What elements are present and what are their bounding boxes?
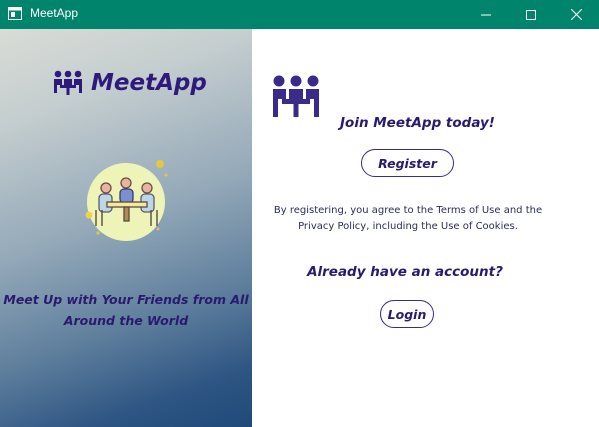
- minimize-icon: [481, 14, 491, 15]
- maximize-button[interactable]: [508, 0, 554, 29]
- brand-name: MeetApp: [91, 70, 207, 96]
- brand: MeetApp: [53, 69, 207, 97]
- tagline: Meet Up with Your Friends from All Aroun…: [3, 292, 249, 328]
- register-button[interactable]: Register: [361, 149, 454, 177]
- meeting-table-illustration: [85, 160, 168, 241]
- login-button[interactable]: Login: [380, 300, 434, 328]
- close-icon: [570, 9, 582, 20]
- people-meeting-icon: [273, 75, 319, 117]
- left-panel: MeetApp Meet Up with Your Friends from A…: [0, 29, 252, 427]
- terms-text: By registering, you agree to the Terms o…: [273, 205, 543, 232]
- people-meeting-icon: [54, 70, 82, 95]
- title-bar: MeetApp: [0, 0, 599, 29]
- window-title: MeetApp: [30, 6, 79, 20]
- window-icon: [8, 7, 22, 20]
- join-heading: Join MeetApp today!: [340, 115, 495, 131]
- already-account-heading: Already have an account?: [307, 264, 503, 280]
- maximize-icon: [526, 9, 536, 20]
- close-button[interactable]: [553, 0, 599, 29]
- minimize-button[interactable]: [463, 0, 509, 29]
